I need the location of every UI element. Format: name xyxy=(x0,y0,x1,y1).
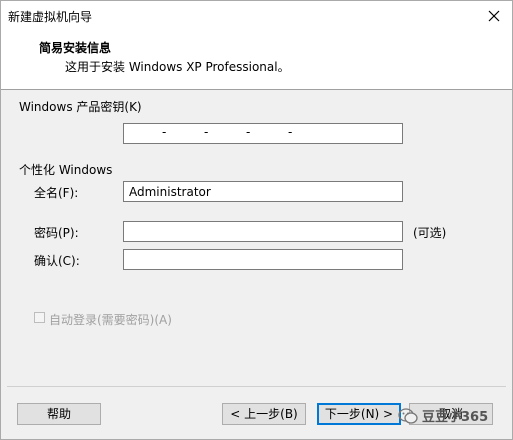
product-key-label: Windows 产品密钥(K) xyxy=(19,100,142,114)
full-name-input[interactable] xyxy=(123,181,403,202)
help-button[interactable]: 帮助 xyxy=(17,403,101,425)
window-title: 新建虚拟机向导 xyxy=(8,10,93,24)
key-separator: - xyxy=(246,125,251,139)
key-separator: - xyxy=(162,125,167,139)
auto-login-label: 自动登录(需要密码)(A) xyxy=(49,313,172,327)
password-label: 密码(P): xyxy=(34,226,79,240)
confirm-label: 确认(C): xyxy=(34,254,80,268)
wizard-header: 简易安装信息 这用于安装 Windows XP Professional。 xyxy=(1,31,512,90)
new-vm-wizard-window: 新建虚拟机向导 简易安装信息 这用于安装 Windows XP Professi… xyxy=(0,0,513,440)
key-separator: - xyxy=(204,125,209,139)
watermark-text: 豆豆小365 xyxy=(422,410,489,425)
title-bar: 新建虚拟机向导 xyxy=(1,1,512,31)
full-name-label: 全名(F): xyxy=(34,186,79,200)
watermark: 豆豆小365 xyxy=(398,405,498,431)
back-button[interactable]: < 上一步(B) xyxy=(222,403,306,425)
key-separator: - xyxy=(288,125,293,139)
button-separator xyxy=(7,386,506,387)
product-key-input[interactable]: - - - - xyxy=(123,123,403,144)
confirm-password-input[interactable] xyxy=(123,249,403,270)
header-title: 简易安装信息 xyxy=(39,41,112,55)
checkbox-box[interactable] xyxy=(34,312,45,323)
close-icon xyxy=(488,10,500,22)
personalize-section-label: 个性化 Windows xyxy=(19,163,113,177)
next-button[interactable]: 下一步(N) > xyxy=(317,403,401,425)
optional-note: (可选) xyxy=(413,226,447,240)
header-subtitle: 这用于安装 Windows XP Professional。 xyxy=(65,60,290,74)
close-button[interactable] xyxy=(482,4,506,28)
wechat-icon xyxy=(398,408,418,424)
password-input[interactable] xyxy=(123,221,403,242)
